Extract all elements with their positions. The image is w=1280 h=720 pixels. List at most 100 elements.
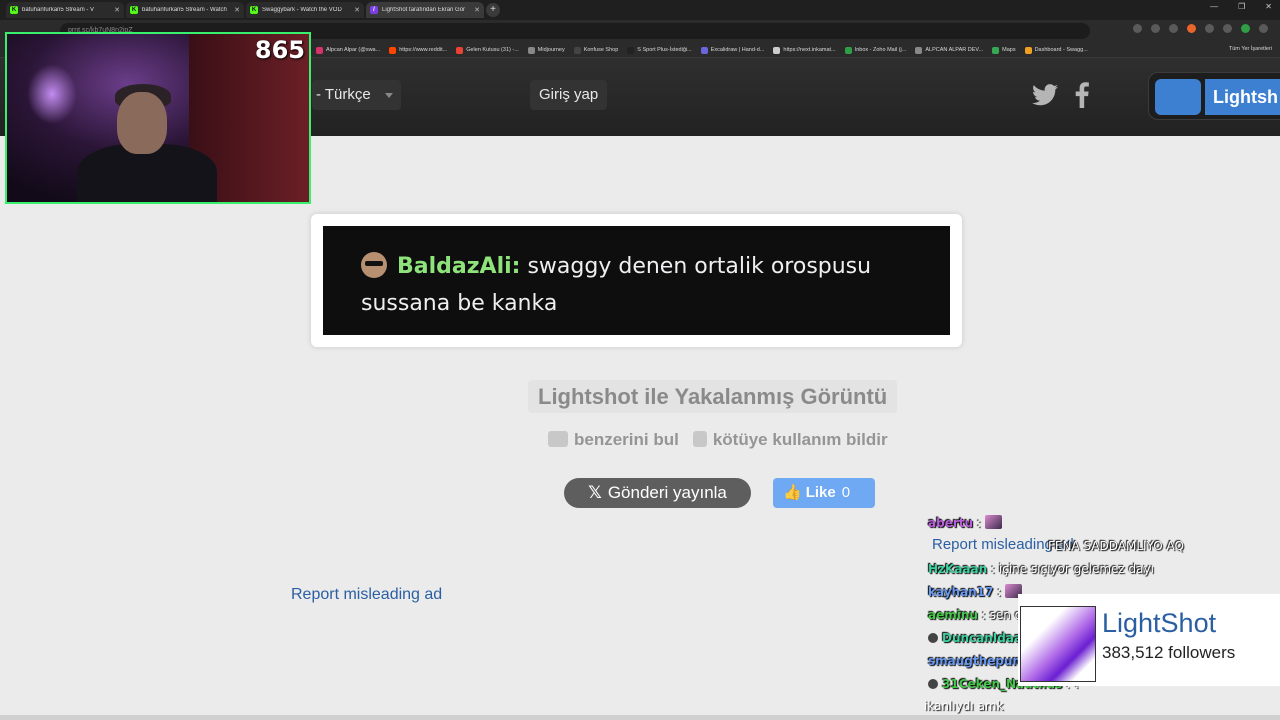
- kick-favicon-icon: K: [10, 6, 18, 14]
- close-tab-icon[interactable]: ✕: [354, 6, 360, 14]
- bookmark-item[interactable]: Midjourney: [527, 46, 565, 54]
- close-tab-icon[interactable]: ✕: [474, 6, 480, 14]
- bookmark-label: Gelen Kutusu (31) -...: [466, 47, 519, 53]
- chat-username[interactable]: aeminu: [928, 608, 978, 622]
- horizontal-scrollbar[interactable]: [0, 715, 1280, 720]
- lightshot-logo-icon: [1155, 79, 1201, 115]
- chat-username[interactable]: abertu: [928, 516, 973, 530]
- find-similar-label: benzerini bul: [574, 430, 679, 449]
- chat-text: içine sıçıyor gelemez dayı: [998, 562, 1154, 576]
- browser-tab-bar: Kbatuhanfurkan5 Stream - V ✕ Kbatuhanfurka…: [0, 0, 1280, 20]
- like-label: Like: [805, 484, 836, 501]
- webcam-streamer-head: [117, 92, 167, 154]
- bookmark-item[interactable]: ALPCAN ALPAR DEV...: [915, 46, 984, 54]
- profile-avatar[interactable]: [1241, 24, 1250, 33]
- bookmark-favicon-icon: [915, 46, 923, 54]
- image-actions: benzerini bul kötüye kullanım bildir: [548, 430, 888, 450]
- extension-icon[interactable]: [1187, 24, 1196, 33]
- bookmark-favicon-icon: [316, 46, 323, 54]
- facebook-icon[interactable]: [1074, 82, 1090, 108]
- report-misleading-ad-link[interactable]: Report misleading ad: [291, 586, 442, 604]
- lightshot-follow-card[interactable]: LightShot 383,512 followers: [1018, 594, 1280, 686]
- captured-username: BaldazAli:: [397, 254, 521, 279]
- chat-text: FENA SADDAMLIYO AQ: [1048, 539, 1184, 553]
- login-button[interactable]: Giriş yap: [530, 80, 608, 110]
- bookmark-star-icon[interactable]: [1169, 24, 1178, 33]
- bookmark-favicon-icon: [389, 46, 397, 54]
- bookmark-item[interactable]: Konfuse Shop: [573, 46, 618, 54]
- bookmark-list: Alpcan Alpar (@swa... https://www.reddit.…: [316, 42, 1088, 58]
- camera-icon: [548, 431, 568, 447]
- window-controls[interactable]: — ❐ ✕: [1210, 2, 1272, 11]
- browser-tab[interactable]: K Swaggybark - Watch the VOD ✕: [246, 2, 364, 18]
- bookmark-item[interactable]: Gelen Kutusu (31) -...: [456, 46, 519, 54]
- bookmark-item[interactable]: https://next.inkamat...: [773, 46, 836, 54]
- brand-label: Lightsh: [1205, 79, 1280, 115]
- twitter-icon[interactable]: [1032, 84, 1058, 106]
- captured-image[interactable]: BaldazAli: swaggy denen ortalik orospusu…: [323, 226, 950, 335]
- download-icon[interactable]: [1205, 24, 1214, 33]
- bookmark-favicon-icon: [1024, 46, 1032, 54]
- clipboard-icon: [692, 431, 707, 447]
- maximize-icon[interactable]: ❐: [1238, 2, 1245, 11]
- bookmark-item[interactable]: Alpcan Alpar (@swa...: [316, 46, 381, 54]
- language-label: - Türkçe: [316, 86, 371, 103]
- close-tab-icon[interactable]: ✕: [234, 6, 240, 14]
- bookmark-item[interactable]: Dashboard - Swagg...: [1024, 46, 1088, 54]
- bookmark-item[interactable]: Excalidraw | Hand-d...: [700, 46, 765, 54]
- bookmark-item[interactable]: S Sport Plus-İstediği...: [627, 46, 692, 54]
- bookmark-label: Dashboard - Swagg...: [1034, 47, 1088, 53]
- bookmark-item[interactable]: https://www.reddit...: [389, 46, 447, 54]
- sunglasses-emote-icon: [361, 252, 387, 278]
- bookmark-label: Maps: [1002, 47, 1016, 53]
- report-abuse-link[interactable]: kötüye kullanım bildir: [692, 430, 888, 450]
- extensions-puzzle-icon[interactable]: [1223, 24, 1232, 33]
- toolbar-icons: [1133, 24, 1268, 33]
- new-tab-button[interactable]: +: [486, 3, 500, 17]
- lightshot-download-button[interactable]: Lightsh: [1148, 72, 1280, 120]
- chat-emote-icon: [984, 515, 1002, 529]
- webcam-light: [27, 64, 77, 124]
- bookmark-label: Midjourney: [537, 47, 565, 53]
- menu-dots-icon[interactable]: [1259, 24, 1268, 33]
- browser-tab[interactable]: Kbatuhanfurkan5 Stream - V ✕: [6, 2, 124, 18]
- x-post-button[interactable]: 𝕏 Gönderi yayınla: [564, 478, 751, 508]
- bookmark-favicon-icon: [700, 46, 708, 54]
- lightshot-favicon-icon: /: [370, 6, 378, 14]
- facebook-like-button[interactable]: 👍 Like 0: [773, 478, 875, 508]
- bookmark-item[interactable]: Maps: [992, 46, 1016, 54]
- zoom-icon[interactable]: [1133, 24, 1142, 33]
- bookmark-favicon-icon: [992, 46, 1000, 54]
- bookmark-label: Alpcan Alpar (@swa...: [326, 47, 381, 53]
- minimize-icon[interactable]: —: [1210, 2, 1218, 11]
- browser-tab[interactable]: / LightShot tarafından Ekran Gör ✕: [366, 2, 484, 18]
- bookmark-label: Inbox - Zoho Mail (j...: [854, 47, 907, 53]
- browser-tab[interactable]: Kbatuhanfurkan5 Stream - Watch ✕: [126, 2, 244, 18]
- close-tab-icon[interactable]: ✕: [114, 6, 120, 14]
- tab-title: Swaggybark - Watch the VOD: [262, 7, 342, 13]
- bookmark-favicon-icon: [844, 46, 852, 54]
- chat-last-message: ikanlıydı amk: [924, 699, 1004, 713]
- chevron-down-icon: [384, 93, 393, 98]
- tab-title: LightShot tarafından Ekran Gör: [382, 7, 466, 13]
- bookmark-label: https://next.inkamat...: [783, 47, 836, 53]
- streamer-webcam: 865: [5, 32, 311, 204]
- language-selector[interactable]: - Türkçe: [312, 80, 401, 110]
- chat-badge-icon: [928, 679, 938, 689]
- thumbs-up-icon: 👍: [783, 484, 802, 501]
- lightshot-feather-logo: [1020, 606, 1096, 682]
- chat-username[interactable]: HzKaaan: [928, 562, 987, 576]
- bookmark-label: ALPCAN ALPAR DEV...: [925, 47, 984, 53]
- cast-icon[interactable]: [1151, 24, 1160, 33]
- kick-favicon-icon: K: [130, 6, 138, 14]
- bookmark-label: Excalidraw | Hand-d...: [710, 47, 765, 53]
- x-post-label: Gönderi yayınla: [607, 483, 727, 502]
- all-bookmarks-button[interactable]: Tüm Yer İşaretleri: [1229, 46, 1272, 52]
- bookmark-favicon-icon: [627, 46, 635, 54]
- chat-username[interactable]: kayhan17: [928, 585, 993, 599]
- chat-badge-icon: [928, 633, 938, 643]
- lightshot-card-name: LightShot: [1102, 608, 1217, 638]
- find-similar-link[interactable]: benzerini bul: [548, 430, 679, 450]
- close-window-icon[interactable]: ✕: [1265, 2, 1272, 11]
- bookmark-item[interactable]: Inbox - Zoho Mail (j...: [844, 46, 907, 54]
